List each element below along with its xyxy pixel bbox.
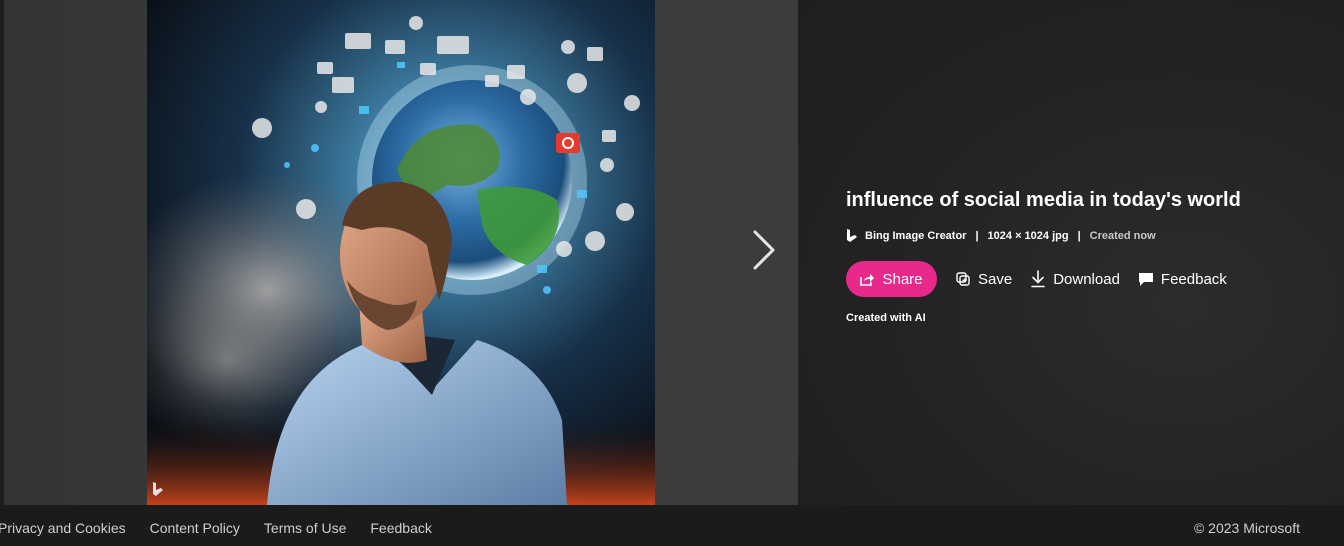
footer-link-privacy[interactable]: Privacy and Cookies — [0, 520, 126, 536]
footer: Privacy and Cookies Content Policy Terms… — [0, 505, 1344, 546]
image-metadata: Bing Image Creator | 1024 × 1024 jpg | C… — [846, 229, 1156, 243]
action-bar: Share Save Download Feedback — [846, 261, 1227, 297]
share-label: Share — [882, 270, 923, 288]
save-label: Save — [978, 270, 1013, 288]
image-title: influence of social media in today's wor… — [846, 189, 1241, 211]
copyright: © 2023 Microsoft — [1193, 520, 1300, 536]
share-button[interactable]: Share — [846, 261, 937, 297]
created-with-ai-label: Created with AI — [846, 312, 926, 324]
chevron-right-icon — [753, 230, 775, 270]
details-pane — [798, 0, 1344, 505]
created-time: Created now — [1089, 230, 1156, 242]
save-button[interactable]: Save — [955, 271, 1012, 288]
meta-separator: | — [975, 230, 979, 242]
footer-links: Privacy and Cookies Content Policy Terms… — [0, 520, 456, 536]
download-label: Download — [1053, 270, 1120, 288]
next-image-button[interactable] — [742, 226, 786, 274]
image-source[interactable]: Bing Image Creator — [865, 230, 966, 242]
generated-image-artwork — [147, 0, 655, 505]
bing-logo-icon — [847, 229, 857, 242]
image-dimensions: 1024 × 1024 jpg — [987, 230, 1069, 242]
feedback-icon — [1138, 273, 1153, 286]
footer-link-terms[interactable]: Terms of Use — [264, 520, 346, 536]
meta-separator: | — [1077, 230, 1081, 242]
download-icon — [1031, 270, 1046, 288]
share-icon — [860, 273, 875, 286]
feedback-button[interactable]: Feedback — [1138, 271, 1227, 288]
image-viewer: influence of social media in today's wor… — [0, 0, 1344, 505]
footer-link-feedback[interactable]: Feedback — [370, 520, 431, 536]
generated-image[interactable] — [147, 0, 655, 505]
download-button[interactable]: Download — [1030, 270, 1120, 288]
feedback-label: Feedback — [1160, 270, 1227, 288]
bing-b-icon — [153, 482, 163, 496]
footer-link-content-policy[interactable]: Content Policy — [150, 520, 240, 536]
save-collection-icon — [956, 272, 970, 286]
